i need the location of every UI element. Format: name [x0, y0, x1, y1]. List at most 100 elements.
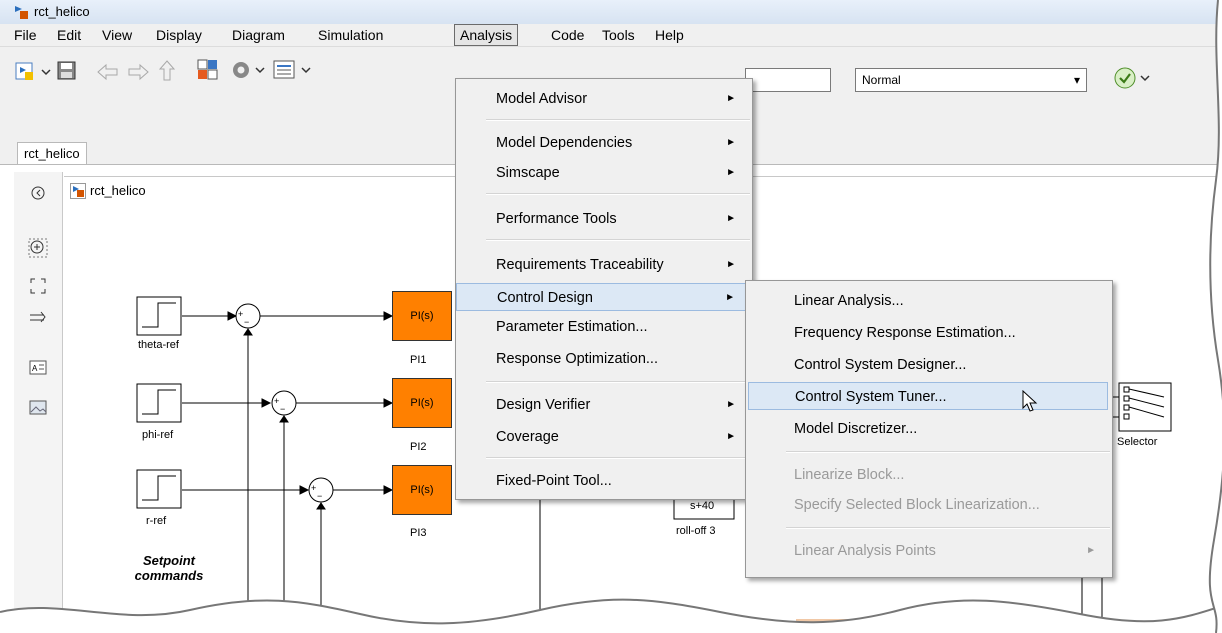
simulation-mode-select[interactable]: Normal ▾: [855, 68, 1087, 92]
menu-item-linearize-block-label: Linearize Block...: [794, 467, 905, 483]
menu-help[interactable]: Help: [653, 26, 686, 44]
menu-item-model-dependencies[interactable]: Model Dependencies ►: [456, 129, 752, 157]
menu-item-coverage[interactable]: Coverage ►: [456, 423, 752, 451]
sum2-minus: −: [280, 404, 286, 414]
model-advisor-check-icon[interactable]: [1113, 66, 1153, 93]
simulation-mode-value: Normal: [862, 73, 901, 87]
fit-to-view-icon[interactable]: [28, 276, 48, 299]
torn-edge-right: [1208, 0, 1222, 633]
simulink-window: rct_helico File Edit View Display Diagra…: [0, 0, 1222, 633]
menu-item-control-system-tuner[interactable]: Control System Tuner...: [748, 382, 1108, 410]
setpoint-commands-annotation: Setpoint commands: [134, 553, 204, 583]
menu-item-linear-analysis-label: Linear Analysis...: [794, 293, 904, 309]
menu-item-fixed-point-tool[interactable]: Fixed-Point Tool...: [456, 467, 752, 495]
submenu-arrow-icon: ►: [726, 167, 736, 178]
menu-item-model-discretizer-label: Model Discretizer...: [794, 421, 918, 437]
menu-item-simscape-label: Simscape: [496, 165, 560, 181]
sum3-plus: +: [311, 483, 317, 493]
sum3-minus: −: [317, 491, 323, 501]
menu-item-parameter-estimation-label: Parameter Estimation...: [496, 319, 648, 335]
menu-simulation[interactable]: Simulation: [316, 26, 385, 44]
menu-item-frequency-response-estimation[interactable]: Frequency Response Estimation...: [746, 319, 1112, 347]
menu-item-design-verifier-label: Design Verifier: [496, 397, 591, 413]
selector-label: Selector: [1117, 436, 1158, 448]
pi-label-2: PI2: [410, 441, 427, 453]
menu-item-control-design-label: Control Design: [497, 290, 593, 306]
rolloff-label: roll-off 3: [676, 525, 716, 537]
setpoint-line-1: Setpoint: [143, 553, 195, 568]
tab-rct-helico[interactable]: rct_helico: [17, 142, 87, 164]
menu-item-control-design[interactable]: Control Design ►: [456, 283, 752, 311]
analysis-menu: Model Advisor ► Model Dependencies ► Simsc…: [455, 78, 753, 500]
breadcrumb-model[interactable]: rct_helico: [90, 183, 146, 198]
submenu-arrow-icon: ►: [726, 259, 736, 270]
library-browser-icon[interactable]: [196, 58, 220, 85]
save-icon[interactable]: [56, 60, 78, 85]
submenu-arrow-icon: ►: [726, 137, 736, 148]
mouse-pointer-icon: [1022, 389, 1038, 417]
menu-item-control-system-designer[interactable]: Control System Designer...: [746, 351, 1112, 379]
back-arrow-icon[interactable]: [96, 62, 120, 85]
menu-item-requirements-traceability[interactable]: Requirements Traceability ►: [456, 251, 752, 279]
menu-item-linear-analysis[interactable]: Linear Analysis...: [746, 287, 1112, 315]
menu-item-model-advisor-label: Model Advisor: [496, 91, 588, 107]
menu-view[interactable]: View: [100, 26, 134, 44]
menu-item-frequency-response-estimation-label: Frequency Response Estimation...: [794, 325, 1016, 341]
simulink-model-icon: [13, 4, 29, 23]
sum2-plus: +: [274, 396, 280, 406]
step-label-r-ref: r-ref: [146, 515, 167, 527]
title-bar: rct_helico: [0, 0, 1222, 24]
menu-item-fixed-point-tool-label: Fixed-Point Tool...: [496, 473, 612, 489]
menu-item-linear-analysis-points[interactable]: Linear Analysis Points ►: [746, 537, 1112, 565]
menu-tools[interactable]: Tools: [600, 26, 637, 44]
torn-edge: [0, 598, 1222, 633]
menu-item-model-dependencies-label: Model Dependencies: [496, 135, 633, 151]
forward-arrow-icon[interactable]: [126, 62, 150, 85]
menu-item-control-system-tuner-label: Control System Tuner...: [795, 389, 947, 405]
menu-file[interactable]: File: [12, 26, 39, 44]
menu-display[interactable]: Display: [154, 26, 204, 44]
gear-icon[interactable]: [230, 58, 270, 85]
submenu-arrow-icon: ►: [726, 213, 736, 224]
annotation-icon[interactable]: A: [28, 358, 48, 381]
pi-block-3[interactable]: PI(s): [392, 465, 452, 515]
model-explorer-icon[interactable]: [272, 58, 316, 85]
menu-edit[interactable]: Edit: [55, 26, 83, 44]
up-arrow-icon[interactable]: [157, 59, 177, 86]
menu-item-performance-tools[interactable]: Performance Tools ►: [456, 205, 752, 233]
menu-item-simscape[interactable]: Simscape ►: [456, 159, 752, 187]
menu-item-response-optimization[interactable]: Response Optimization...: [456, 345, 752, 373]
menu-item-linearize-block[interactable]: Linearize Block...: [746, 461, 1112, 489]
menu-item-model-discretizer[interactable]: Model Discretizer...: [746, 415, 1112, 443]
simulink-model-icon: [70, 183, 86, 202]
menu-item-design-verifier[interactable]: Design Verifier ►: [456, 391, 752, 419]
menu-item-linear-analysis-points-label: Linear Analysis Points: [794, 543, 936, 559]
image-icon[interactable]: [28, 398, 48, 421]
menu-analysis[interactable]: Analysis: [454, 24, 519, 46]
pi-block-3-text: PI(s): [410, 484, 434, 496]
chevron-down-icon: ▾: [1073, 73, 1080, 87]
pi-block-1[interactable]: PI(s): [392, 291, 452, 341]
menu-item-model-advisor[interactable]: Model Advisor ►: [456, 85, 752, 113]
sum1-minus: −: [244, 317, 250, 327]
submenu-arrow-icon: ►: [725, 292, 735, 303]
pi-block-1-text: PI(s): [410, 310, 434, 322]
window-title: rct_helico: [34, 4, 90, 19]
menu-code[interactable]: Code: [549, 26, 586, 44]
pi-block-2[interactable]: PI(s): [392, 378, 452, 428]
menu-diagram[interactable]: Diagram: [230, 26, 287, 44]
new-model-icon[interactable]: [14, 60, 54, 89]
rolloff-block-text: s+40: [690, 500, 715, 512]
zoom-in-icon[interactable]: [28, 238, 48, 261]
step-label-theta-ref: theta-ref: [138, 339, 179, 351]
menu-item-requirements-traceability-label: Requirements Traceability: [496, 257, 664, 273]
route-lines-icon[interactable]: [28, 308, 48, 331]
hide-browser-icon[interactable]: [30, 185, 46, 204]
menu-item-coverage-label: Coverage: [496, 429, 559, 445]
submenu-arrow-icon: ►: [726, 431, 736, 442]
sum1-plus: +: [238, 309, 244, 319]
pi-label-3: PI3: [410, 527, 427, 539]
menu-item-parameter-estimation[interactable]: Parameter Estimation...: [456, 313, 752, 341]
stop-time-field[interactable]: [745, 68, 831, 92]
menu-item-specify-selected-block-linearization[interactable]: Specify Selected Block Linearization...: [746, 491, 1112, 519]
